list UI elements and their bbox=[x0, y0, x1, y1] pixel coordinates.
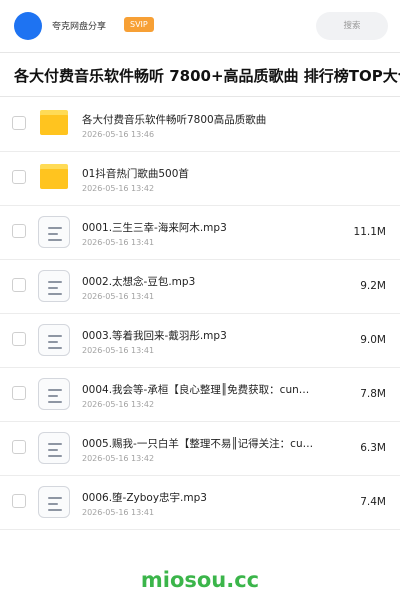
item-size: 11.1M bbox=[353, 226, 386, 238]
site-watermark: miosou.cc bbox=[140, 568, 260, 592]
item-name[interactable]: 0005.赐我-一只白羊【整理不易║记得关注：cu… bbox=[82, 436, 332, 451]
item-size: 7.8M bbox=[360, 388, 386, 400]
file-row[interactable]: 0001.三生三幸-海来阿木.mp3 2026-05-16 13:41 11.1M bbox=[0, 206, 400, 260]
item-name[interactable]: 0001.三生三幸-海来阿木.mp3 bbox=[82, 220, 332, 235]
item-date: 2026-05-16 13:41 bbox=[82, 346, 155, 355]
item-size: 6.3M bbox=[360, 442, 386, 454]
item-date: 2026-05-16 13:41 bbox=[82, 238, 155, 247]
select-checkbox[interactable] bbox=[12, 278, 26, 292]
item-date: 2026-05-16 13:46 bbox=[82, 130, 155, 139]
file-row[interactable]: 0005.赐我-一只白羊【整理不易║记得关注：cu… 2026-05-16 13:… bbox=[0, 422, 400, 476]
item-name[interactable]: 0006.堕-Zyboy忠宇.mp3 bbox=[82, 490, 332, 505]
item-date: 2026-05-16 13:41 bbox=[82, 292, 155, 301]
document-icon bbox=[38, 216, 70, 248]
folder-icon bbox=[38, 162, 70, 194]
folder-row[interactable]: 01抖音热门歌曲500首 2026-05-16 13:42 bbox=[0, 152, 400, 206]
item-name[interactable]: 0003.等着我回来-戴羽彤.mp3 bbox=[82, 328, 332, 343]
svip-badge: SVIP bbox=[124, 17, 154, 32]
header-divider bbox=[0, 52, 400, 53]
document-icon bbox=[38, 378, 70, 410]
item-name[interactable]: 01抖音热门歌曲500首 bbox=[82, 166, 332, 181]
search-button[interactable]: 搜索 bbox=[316, 12, 388, 40]
item-name[interactable]: 各大付费音乐软件畅听7800高品质歌曲 bbox=[82, 112, 332, 127]
folder-row[interactable]: 各大付费音乐软件畅听7800高品质歌曲 2026-05-16 13:46 bbox=[0, 98, 400, 152]
select-checkbox[interactable] bbox=[12, 116, 26, 130]
user-avatar[interactable] bbox=[14, 12, 42, 40]
file-row[interactable]: 0006.堕-Zyboy忠宇.mp3 2026-05-16 13:41 7.4M bbox=[0, 476, 400, 530]
select-checkbox[interactable] bbox=[12, 386, 26, 400]
document-icon bbox=[38, 270, 70, 302]
select-checkbox[interactable] bbox=[12, 440, 26, 454]
file-row[interactable]: 0002.太想念-豆包.mp3 2026-05-16 13:41 9.2M bbox=[0, 260, 400, 314]
item-date: 2026-05-16 13:41 bbox=[82, 508, 155, 517]
document-icon bbox=[38, 324, 70, 356]
item-date: 2026-05-16 13:42 bbox=[82, 184, 155, 193]
top-bar: 夸克网盘分享 SVIP 搜索 bbox=[0, 0, 400, 52]
item-size: 9.0M bbox=[360, 334, 386, 346]
item-date: 2026-05-16 13:42 bbox=[82, 400, 155, 409]
select-checkbox[interactable] bbox=[12, 332, 26, 346]
item-name[interactable]: 0002.太想念-豆包.mp3 bbox=[82, 274, 332, 289]
item-size: 9.2M bbox=[360, 280, 386, 292]
item-date: 2026-05-16 13:42 bbox=[82, 454, 155, 463]
title-divider bbox=[0, 96, 400, 97]
share-title: 各大付费音乐软件畅听 7800+高品质歌曲 排行榜TOP大合集 bbox=[14, 67, 400, 85]
file-row[interactable]: 0003.等着我回来-戴羽彤.mp3 2026-05-16 13:41 9.0M bbox=[0, 314, 400, 368]
select-checkbox[interactable] bbox=[12, 494, 26, 508]
folder-icon bbox=[38, 108, 70, 140]
document-icon bbox=[38, 432, 70, 464]
brand-name: 夸克网盘分享 bbox=[52, 22, 107, 32]
item-size: 7.4M bbox=[360, 496, 386, 508]
file-row[interactable]: 0004.我会等-承桓【良心整理║免费获取：cun… 2026-05-16 13:… bbox=[0, 368, 400, 422]
document-icon bbox=[38, 486, 70, 518]
item-name[interactable]: 0004.我会等-承桓【良心整理║免费获取：cun… bbox=[82, 382, 332, 397]
select-checkbox[interactable] bbox=[12, 170, 26, 184]
select-checkbox[interactable] bbox=[12, 224, 26, 238]
